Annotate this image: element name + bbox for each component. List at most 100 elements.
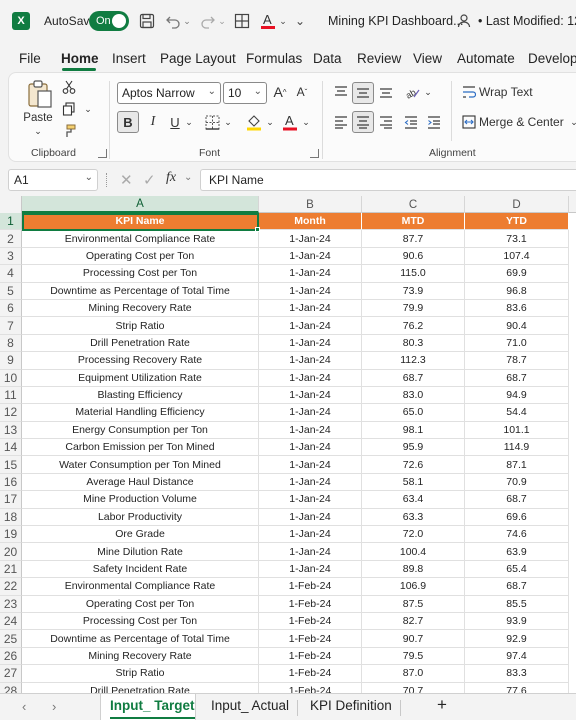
font-color-icon[interactable]: A: [259, 12, 277, 30]
kpi-name-cell[interactable]: Energy Consumption per Ton: [22, 421, 259, 440]
kpi-name-cell[interactable]: Ore Grade: [22, 526, 259, 544]
ytd-cell[interactable]: 93.9: [465, 612, 569, 631]
month-cell[interactable]: 1-Jan-24: [259, 526, 362, 544]
month-cell[interactable]: 1-Feb-24: [259, 647, 362, 666]
decrease-indent-icon[interactable]: [402, 111, 420, 133]
tab-page-layout[interactable]: Page Layout: [160, 51, 236, 66]
scroll-tabs-right-icon[interactable]: ›: [52, 699, 56, 714]
row-header[interactable]: 16: [0, 473, 22, 492]
row-header[interactable]: 10: [0, 369, 22, 387]
month-cell[interactable]: 1-Jan-24: [259, 491, 362, 509]
mtd-cell[interactable]: 72.0: [362, 526, 465, 544]
kpi-name-cell[interactable]: Environmental Compliance Rate: [22, 578, 259, 596]
kpi-name-cell[interactable]: Average Haul Distance: [22, 473, 259, 492]
ytd-cell[interactable]: 114.9: [465, 439, 569, 457]
column-header-c[interactable]: C: [362, 196, 465, 213]
mtd-cell[interactable]: 115.0: [362, 265, 465, 283]
ytd-cell[interactable]: 69.9: [465, 265, 569, 283]
ytd-cell[interactable]: 87.1: [465, 456, 569, 474]
mtd-cell[interactable]: 58.1: [362, 473, 465, 492]
mtd-cell[interactable]: 82.7: [362, 612, 465, 631]
tab-view[interactable]: View: [413, 51, 442, 66]
redo-icon[interactable]: [199, 12, 217, 30]
kpi-name-cell[interactable]: Mine Dilution Rate: [22, 543, 259, 561]
select-all-corner[interactable]: [0, 196, 22, 213]
row-header[interactable]: 9: [0, 352, 22, 370]
row-header[interactable]: 11: [0, 386, 22, 405]
row-header[interactable]: 2: [0, 230, 22, 248]
undo-icon[interactable]: [164, 12, 182, 30]
wrap-text-button[interactable]: Wrap Text: [479, 84, 533, 100]
decrease-font-size-icon[interactable]: Aˇ: [293, 82, 311, 102]
month-cell[interactable]: 1-Jan-24: [259, 299, 362, 318]
ytd-cell[interactable]: 68.7: [465, 491, 569, 509]
row-header[interactable]: 15: [0, 456, 22, 474]
kpi-name-cell[interactable]: Mine Production Volume: [22, 491, 259, 509]
ytd-cell[interactable]: 83.6: [465, 299, 569, 318]
increase-font-size-icon[interactable]: A ^: [271, 82, 289, 102]
month-cell[interactable]: 1-Feb-24: [259, 578, 362, 596]
kpi-name-cell[interactable]: Strip Ratio: [22, 665, 259, 683]
autosave-toggle[interactable]: On: [89, 11, 129, 31]
month-cell[interactable]: 1-Jan-24: [259, 352, 362, 370]
header-cell-month[interactable]: Month: [259, 213, 362, 231]
tab-formulas[interactable]: Formulas: [246, 51, 302, 66]
mtd-cell[interactable]: 90.6: [362, 247, 465, 266]
row-header[interactable]: 21: [0, 560, 22, 579]
borders-icon[interactable]: [233, 12, 251, 30]
row-header[interactable]: 22: [0, 578, 22, 596]
month-cell[interactable]: 1-Jan-24: [259, 560, 362, 579]
month-cell[interactable]: 1-Jan-24: [259, 543, 362, 561]
ytd-cell[interactable]: 71.0: [465, 334, 569, 353]
underline-button[interactable]: U: [166, 111, 184, 133]
ytd-cell[interactable]: 78.7: [465, 352, 569, 370]
ytd-cell[interactable]: 68.7: [465, 578, 569, 596]
kpi-name-cell[interactable]: Downtime as Percentage of Total Time: [22, 282, 259, 300]
row-header[interactable]: 17: [0, 491, 22, 509]
month-cell[interactable]: 1-Feb-24: [259, 612, 362, 631]
document-title[interactable]: Mining KPI Dashboard...: [328, 14, 464, 28]
kpi-name-cell[interactable]: Strip Ratio: [22, 317, 259, 335]
header-cell-ytd[interactable]: YTD: [465, 213, 569, 231]
mtd-cell[interactable]: 63.4: [362, 491, 465, 509]
month-cell[interactable]: 1-Jan-24: [259, 456, 362, 474]
column-header-a[interactable]: A: [22, 196, 259, 213]
mtd-cell[interactable]: 90.7: [362, 630, 465, 648]
row-header[interactable]: 5: [0, 282, 22, 300]
ytd-cell[interactable]: 83.3: [465, 665, 569, 683]
column-header-b[interactable]: B: [259, 196, 362, 213]
font-color-dropdown-icon[interactable]: ⌄: [301, 113, 311, 131]
tab-review[interactable]: Review: [357, 51, 401, 66]
row-header[interactable]: 20: [0, 543, 22, 561]
ytd-cell[interactable]: 63.9: [465, 543, 569, 561]
row-header[interactable]: 12: [0, 404, 22, 422]
row-header[interactable]: 7: [0, 317, 22, 335]
mtd-cell[interactable]: 79.9: [362, 299, 465, 318]
tab-insert[interactable]: Insert: [112, 51, 146, 66]
ytd-cell[interactable]: 107.4: [465, 247, 569, 266]
row-header[interactable]: 14: [0, 439, 22, 457]
formula-input[interactable]: KPI Name: [200, 169, 576, 191]
mtd-cell[interactable]: 87.7: [362, 230, 465, 248]
ytd-cell[interactable]: 77.6: [465, 682, 569, 693]
kpi-name-cell[interactable]: Drill Penetration Rate: [22, 682, 259, 693]
mtd-cell[interactable]: 79.5: [362, 647, 465, 666]
ytd-cell[interactable]: 94.9: [465, 386, 569, 405]
kpi-name-cell[interactable]: Downtime as Percentage of Total Time: [22, 630, 259, 648]
align-left-icon[interactable]: [332, 111, 350, 133]
row-header[interactable]: 3: [0, 247, 22, 266]
merge-center-icon[interactable]: [461, 114, 477, 130]
mtd-cell[interactable]: 89.8: [362, 560, 465, 579]
row-header[interactable]: 23: [0, 595, 22, 613]
mtd-cell[interactable]: 68.7: [362, 369, 465, 387]
merge-dropdown-icon[interactable]: ⌄: [569, 114, 576, 130]
underline-dropdown-icon[interactable]: ⌄: [184, 113, 194, 131]
paste-icon[interactable]: [25, 79, 55, 109]
clipboard-launcher-icon[interactable]: [98, 149, 107, 158]
mtd-cell[interactable]: 73.9: [362, 282, 465, 300]
month-cell[interactable]: 1-Jan-24: [259, 404, 362, 422]
name-box[interactable]: A1 ⌄: [8, 169, 98, 191]
kpi-name-cell[interactable]: Safety Incident Rate: [22, 560, 259, 579]
mtd-cell[interactable]: 98.1: [362, 421, 465, 440]
increase-indent-icon[interactable]: [425, 111, 443, 133]
